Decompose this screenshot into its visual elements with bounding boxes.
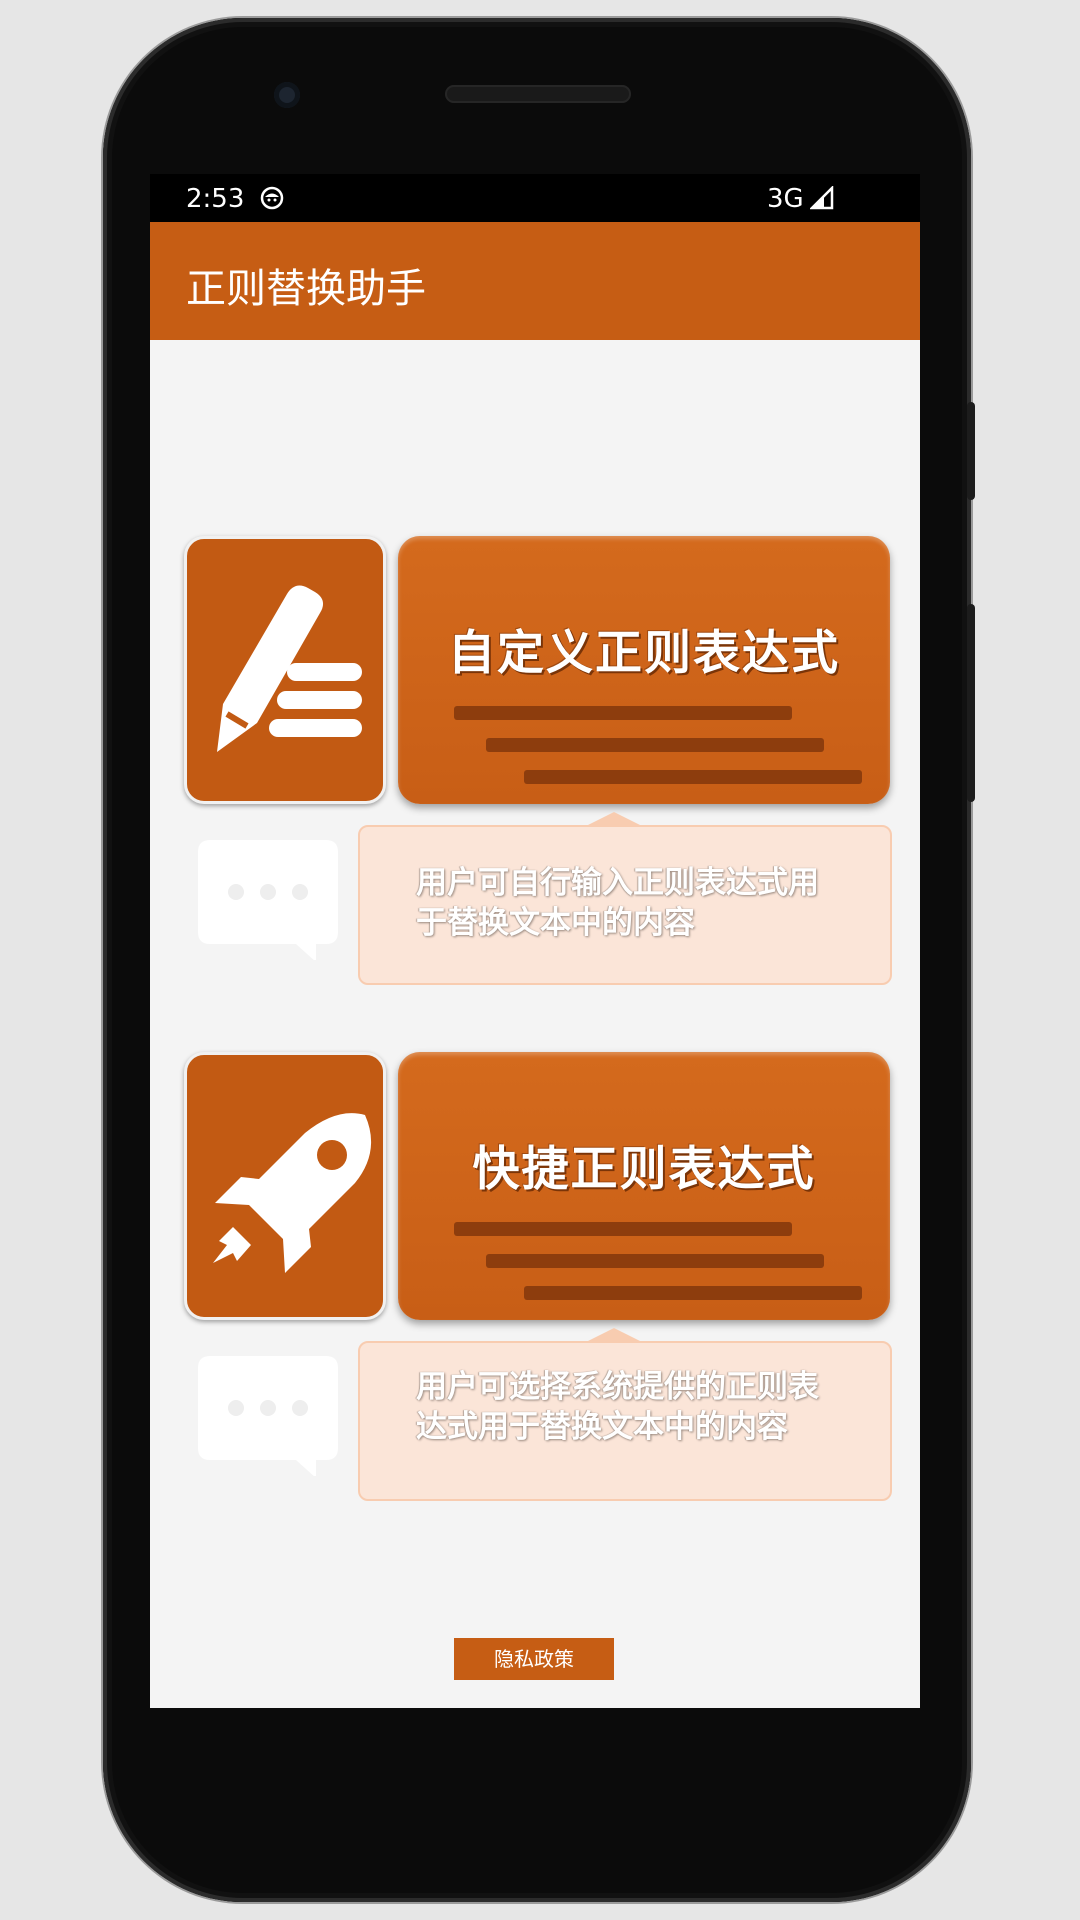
pencil-list-icon[interactable] bbox=[184, 536, 386, 804]
quick-regex-button[interactable]: 快捷正则表达式 bbox=[398, 1052, 890, 1320]
privacy-policy-button[interactable]: 隐私政策 bbox=[454, 1638, 614, 1680]
status-time: 2:53 bbox=[186, 184, 245, 214]
decor-line bbox=[454, 706, 792, 720]
main-content: 自定义正则表达式 用户可自行输入正则表达式用于替换文本中的内容 快捷正则表达式 … bbox=[150, 340, 920, 1708]
decor-line bbox=[524, 1286, 862, 1300]
decor-line bbox=[524, 770, 862, 784]
status-bar: 2:53 3G bbox=[150, 174, 920, 222]
quick-regex-description-box: 用户可选择系统提供的正则表达式用于替换文本中的内容 bbox=[358, 1328, 892, 1501]
network-type: 3G bbox=[767, 184, 804, 214]
phone-frame: 2:53 3G 正则替换助手 自定义正则表达式 用户可自行输入正则表达式用于替换… bbox=[103, 18, 975, 1902]
custom-regex-button[interactable]: 自定义正则表达式 bbox=[398, 536, 890, 804]
decor-line bbox=[454, 1222, 792, 1236]
power-button bbox=[967, 402, 975, 500]
decor-line bbox=[486, 1254, 824, 1268]
app-bar: 正则替换助手 bbox=[150, 222, 920, 340]
quick-regex-description: 用户可选择系统提供的正则表达式用于替换文本中的内容 bbox=[416, 1369, 819, 1445]
quick-regex-title: 快捷正则表达式 bbox=[472, 1142, 816, 1197]
chat-bubble-icon bbox=[198, 1356, 338, 1476]
decor-line bbox=[486, 738, 824, 752]
custom-regex-title: 自定义正则表达式 bbox=[448, 626, 840, 681]
bubble-arrow bbox=[586, 1328, 642, 1342]
volume-button bbox=[967, 604, 975, 802]
front-camera bbox=[274, 82, 300, 108]
speaker-grille bbox=[445, 85, 631, 103]
rocket-icon[interactable] bbox=[184, 1052, 386, 1320]
signal-icon bbox=[810, 186, 834, 210]
notification-icon bbox=[260, 186, 284, 210]
app-title: 正则替换助手 bbox=[186, 266, 426, 312]
quick-regex-card[interactable]: 快捷正则表达式 用户可选择系统提供的正则表达式用于替换文本中的内容 bbox=[150, 856, 920, 1556]
screen: 2:53 3G 正则替换助手 自定义正则表达式 用户可自行输入正则表达式用于替换… bbox=[150, 174, 920, 1708]
bubble-arrow bbox=[586, 812, 642, 826]
